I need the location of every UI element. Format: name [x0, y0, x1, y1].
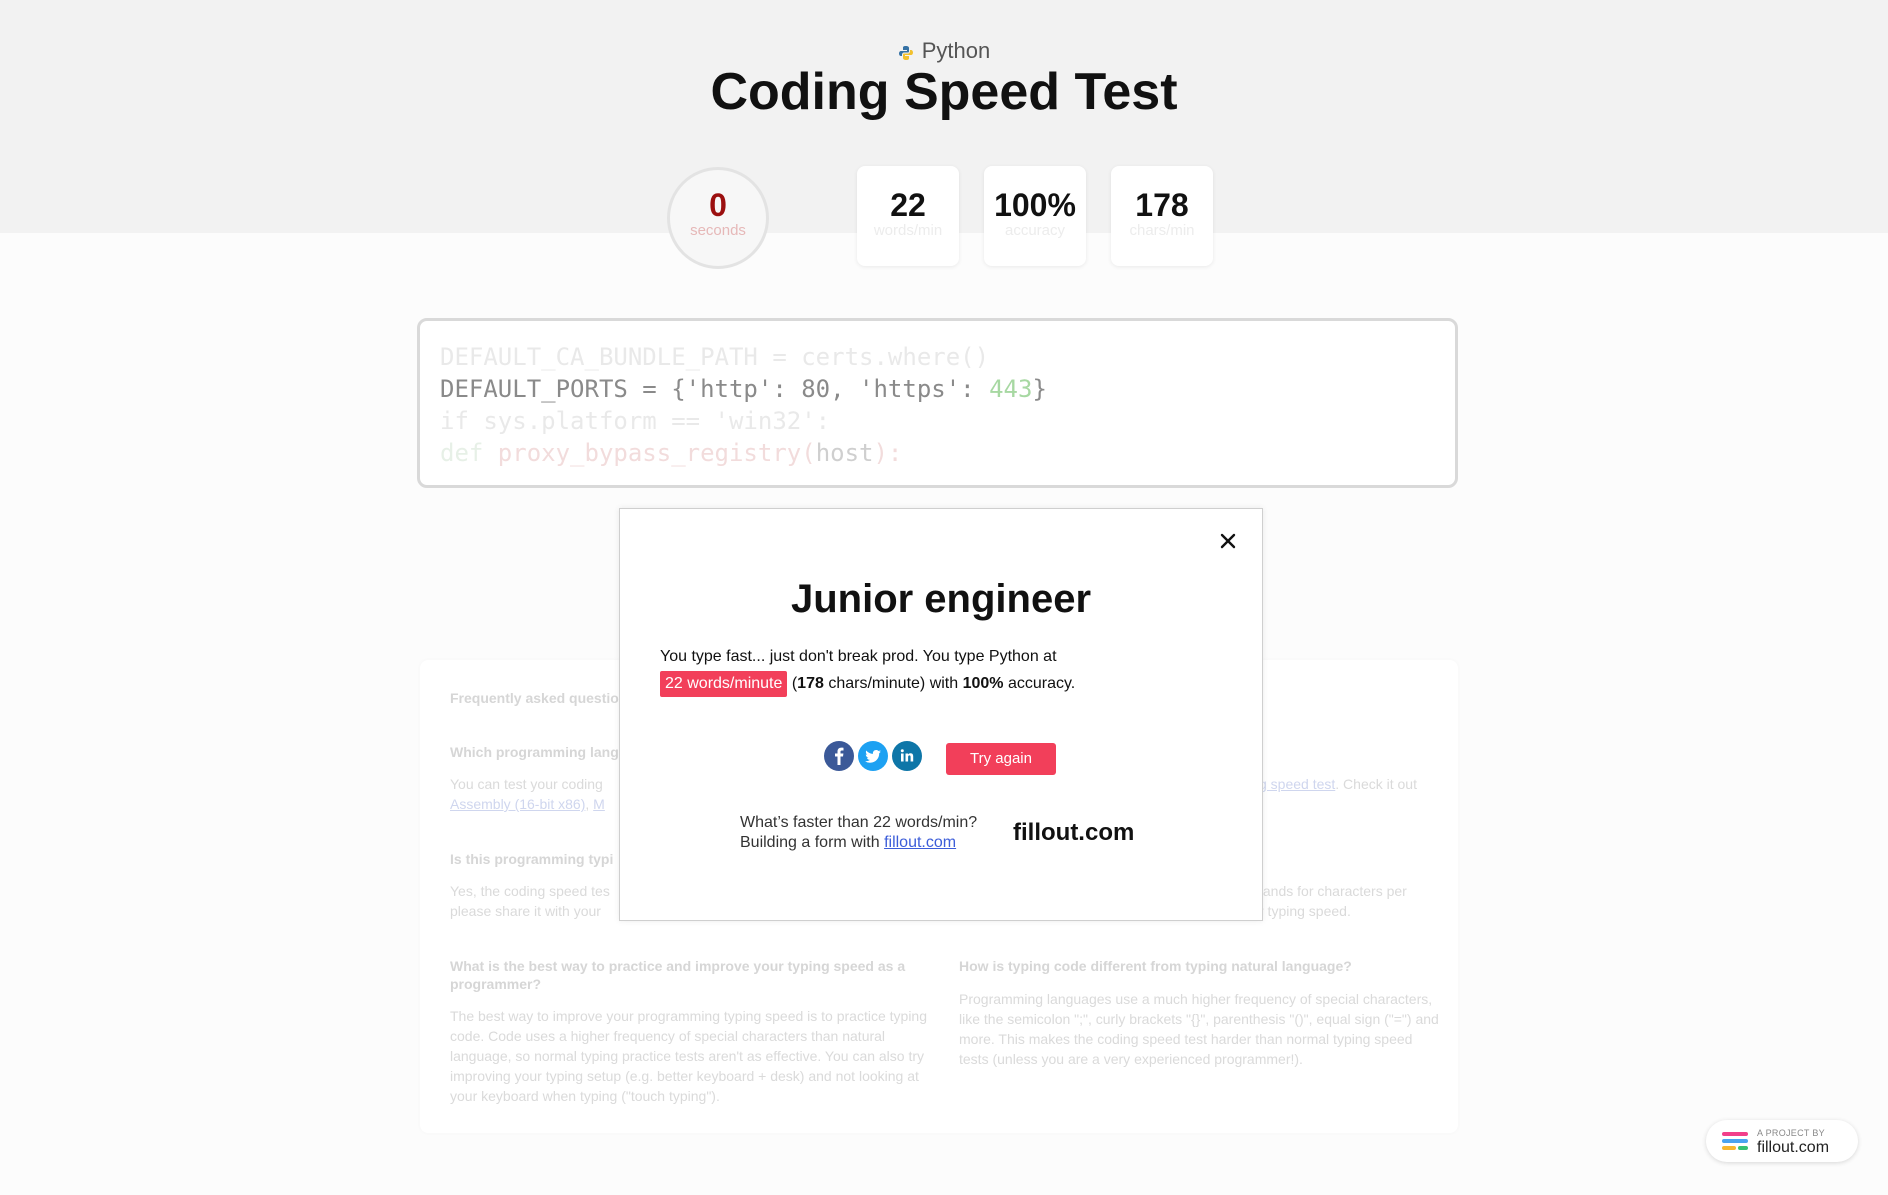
faq-question: How is typing code different from typing… — [959, 958, 1352, 974]
result-modal: Junior engineer You type fast... just do… — [619, 508, 1263, 921]
faq-answer-line: Yes, the coding speed tes — [450, 883, 610, 899]
code-paren-open: ( — [801, 439, 816, 467]
code-line-current: DEFAULT_PORTS = {'http': 80, 'https': 44… — [440, 373, 1435, 405]
language-name: Python — [921, 38, 991, 63]
accuracy-value: 100% — [994, 187, 1076, 223]
result-line: You type fast... just don't break prod. … — [660, 648, 1057, 665]
faq-answer-line: tands for characters per — [1259, 883, 1407, 899]
faq-language-link[interactable]: M — [593, 796, 605, 812]
facebook-icon[interactable] — [824, 741, 854, 771]
fillout-logo-icon — [1722, 1132, 1748, 1157]
faq-answer: Programming languages use a much higher … — [959, 991, 1439, 1067]
code-keyword: def — [440, 439, 498, 467]
faq-answer-line: You can test your coding — [450, 776, 603, 792]
promo-line: Building a form with fillout.com — [740, 833, 977, 853]
wpm-unit: words/min — [873, 222, 943, 239]
timer-value: 0 — [709, 187, 727, 223]
faq-answer-line: please share it with your — [450, 903, 601, 919]
faq-question: What is the best way to practice and imp… — [450, 958, 906, 992]
badge-caption: A PROJECT BY — [1757, 1128, 1825, 1138]
code-function-name: proxy_bypass_registry — [497, 439, 802, 467]
result-text: chars/minute) with — [823, 675, 963, 692]
fillout-logo[interactable]: fillout.com — [1013, 819, 1134, 847]
result-line: 22 words/minute (178 chars/minute) with … — [660, 670, 1220, 697]
result-accuracy-value: 100% — [962, 675, 1004, 692]
result-text: accuracy. — [1003, 675, 1076, 692]
cpm-value: 178 — [1135, 187, 1189, 223]
code-line: DEFAULT_CA_BUNDLE_PATH = certs.where() — [440, 343, 990, 371]
faq-separator: , — [585, 796, 594, 812]
fillout-project-badge[interactable]: A PROJECT BY fillout.com — [1706, 1120, 1858, 1162]
accuracy-unit: accuracy — [1004, 222, 1066, 239]
twitter-icon[interactable] — [858, 741, 888, 771]
wpm-value: 22 — [890, 187, 926, 223]
code-line: if sys.platform == 'win32': — [440, 407, 831, 435]
badge-brand: fillout.com — [1757, 1139, 1830, 1156]
timer-circle: 0 seconds — [667, 167, 769, 269]
faq-answer-right: tands for characters per r typing speed. — [1259, 881, 1407, 921]
cpm-stat-card: 178 chars/min — [1111, 166, 1213, 266]
faq-answer: The best way to improve your programming… — [450, 1008, 928, 1104]
code-line-prefix: DEFAULT_PORTS = {'http': 80, 'https': — [440, 375, 990, 403]
code-line-suffix: } — [1032, 375, 1047, 403]
faq-speed-test-link[interactable]: g speed test — [1259, 776, 1335, 792]
faq-question: Is this programming typi — [450, 851, 614, 867]
result-text: ( — [787, 675, 798, 692]
wpm-stat-card: 22 words/min — [857, 166, 959, 266]
result-description: You type fast... just don't break prod. … — [660, 643, 1220, 697]
code-line: def proxy_bypass_registry(host): — [440, 437, 1435, 469]
promo-text-prefix: Building a form with — [740, 834, 885, 851]
close-icon[interactable] — [1216, 529, 1240, 553]
cpm-unit: chars/min — [1129, 222, 1195, 239]
faq-answer-line: r typing speed. — [1259, 903, 1351, 919]
promo-line: What’s faster than 22 words/min? — [740, 814, 978, 831]
faq-heading: Frequently asked questio — [450, 690, 619, 706]
faq-language-link[interactable]: Assembly (16-bit x86) — [450, 796, 585, 812]
faq-answer-line: Assembly (16-bit x86), M — [450, 794, 605, 814]
faq-answer: You can test your coding Assembly (16-bi… — [450, 774, 605, 814]
timer-unit: seconds — [690, 222, 746, 239]
faq-question: Which programming lang — [450, 744, 619, 760]
code-number-literal: 443 — [989, 375, 1033, 403]
try-again-button[interactable]: Try again — [946, 743, 1056, 775]
promo-text: What’s faster than 22 words/min? Buildin… — [740, 813, 977, 853]
wpm-badge: 22 words/minute — [660, 671, 788, 697]
faq-answer-right: g speed test. Check it out — [1259, 774, 1417, 794]
page-title: Coding Speed Test — [710, 63, 1178, 121]
accuracy-stat-card: 100% accuracy — [984, 166, 1086, 266]
code-paren-close: ): — [873, 439, 903, 467]
result-cpm-value: 178 — [797, 675, 824, 692]
fillout-link[interactable]: fillout.com — [884, 834, 956, 851]
linkedin-icon[interactable] — [892, 741, 922, 771]
faq-answer-text: . Check it out — [1335, 776, 1417, 792]
code-argument: host — [815, 439, 874, 467]
faq-answer: Yes, the coding speed tes please share i… — [450, 881, 610, 921]
result-title: Junior engineer — [790, 577, 1092, 621]
code-typing-area[interactable]: DEFAULT_CA_BUNDLE_PATH = certs.where() D… — [417, 318, 1458, 488]
